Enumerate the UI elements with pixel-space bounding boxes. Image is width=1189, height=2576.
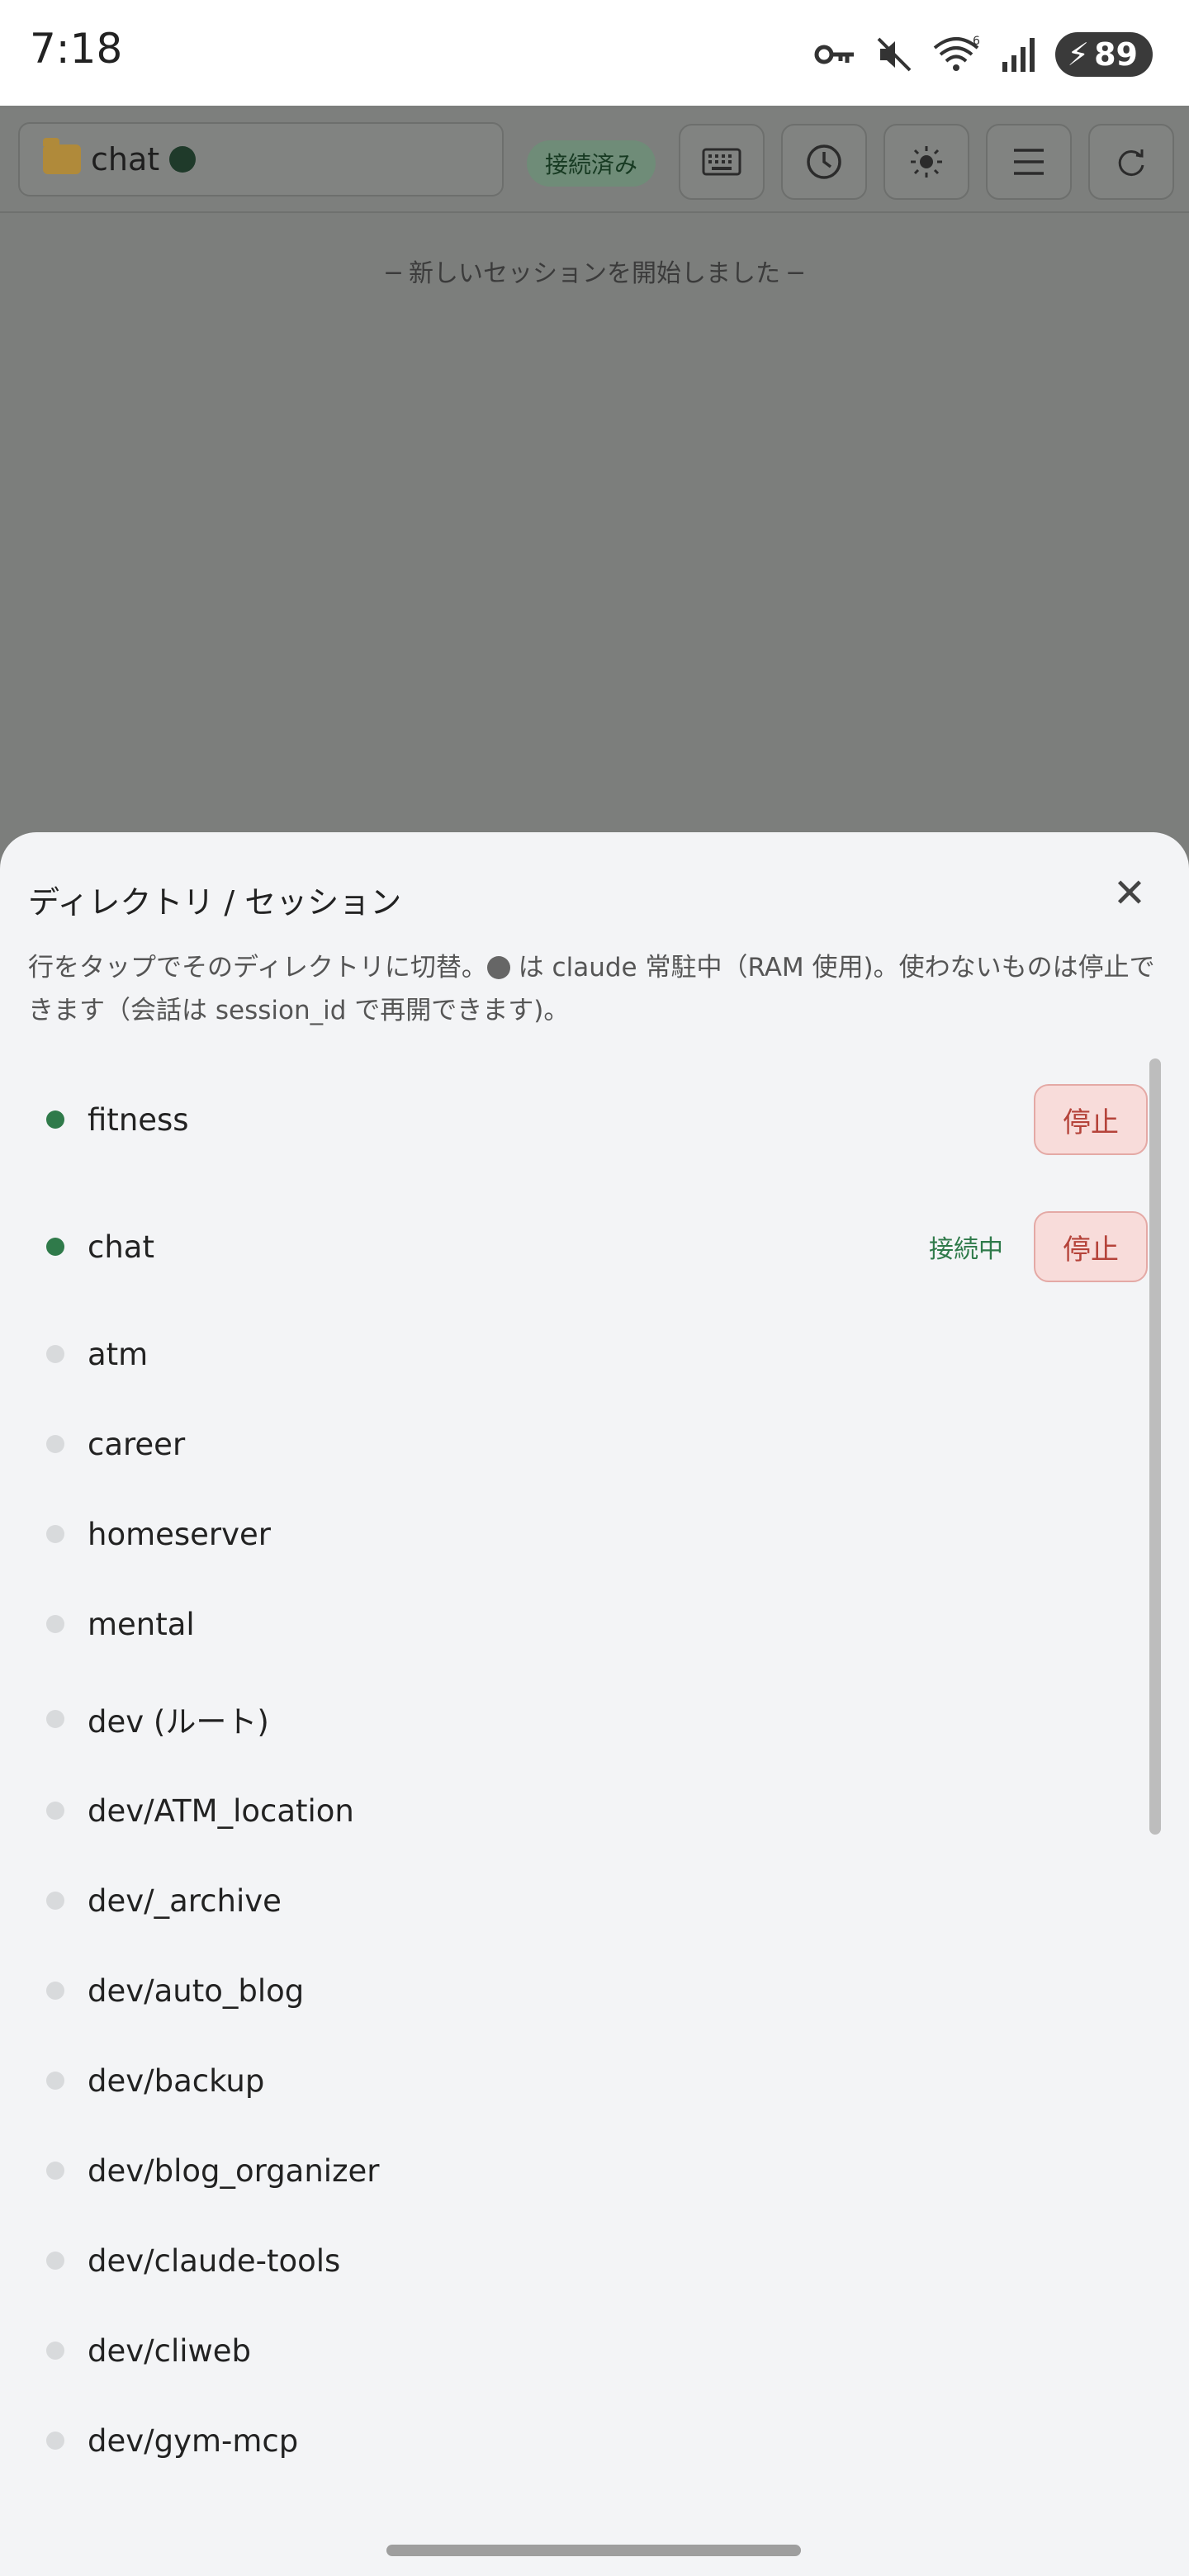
directory-row[interactable]: dev/gym-mcp [0,2399,1148,2482]
running-dot-icon [46,1238,64,1256]
directory-row[interactable]: homeserver [0,1493,1148,1575]
directory-name: fitness [88,1101,189,1138]
idle-dot-icon [46,2072,64,2090]
directory-name: dev/cliweb [88,2332,252,2369]
menu-button[interactable] [986,124,1072,200]
directory-name: dev/blog_organizer [88,2152,380,2189]
idle-dot-icon [46,2432,64,2450]
wifi-badge: 6 [973,35,980,48]
directory-name: career [88,1426,186,1462]
close-button[interactable]: ✕ [1105,869,1154,918]
directory-name: dev/ATM_location [88,1792,354,1829]
connected-status: 接続中 [929,1235,1003,1264]
directory-name: homeserver [88,1516,272,1552]
directory-row[interactable]: dev/claude-tools [0,2219,1148,2302]
sheet-title: ディレクトリ / セッション [28,884,402,921]
refresh-button[interactable] [1088,124,1174,200]
directory-row[interactable]: career [0,1403,1148,1485]
directory-row[interactable]: dev/blog_organizer [0,2129,1148,2212]
running-dot-icon [486,956,510,979]
history-button[interactable] [781,124,867,200]
status-time: 7:18 [30,25,123,73]
close-icon: ✕ [1112,870,1147,916]
idle-dot-icon [46,1892,64,1910]
directory-name: dev/backup [88,2062,265,2099]
idle-dot-icon [46,1802,64,1820]
directory-row[interactable]: dev (ルート) [0,1678,1148,1760]
refresh-icon [1118,149,1144,177]
session-started-message: ─ 新しいセッションを開始しました ─ [386,259,803,288]
vpn-key-icon [814,45,855,64]
directory-row[interactable]: dev/_archive [0,1859,1148,1942]
idle-dot-icon [46,1435,64,1453]
directory-row[interactable]: dev/backup [0,2039,1148,2122]
idle-dot-icon [46,2162,64,2180]
connection-status-badge: 接続済み [527,140,656,187]
idle-dot-icon [46,1710,64,1728]
battery-level: 89 [1094,36,1138,73]
battery-indicator: ⚡ 89 [1055,32,1153,77]
idle-dot-icon [46,2342,64,2360]
menu-icon [1014,149,1044,175]
directory-name: dev/gym-mcp [88,2422,299,2459]
directory-name: atm [88,1336,149,1372]
stop-button[interactable]: 停止 [1034,1084,1148,1155]
sheet-description: 行をタップでそのディレクトリに切替。 は claude 常駐中（RAM 使用)。… [28,946,1168,1032]
status-bar: 7:18 6 ⚡ 89 [0,0,1189,106]
directory-row[interactable]: dev/cliweb [0,2309,1148,2392]
history-icon [807,144,841,179]
directory-name: dev/claude-tools [88,2242,341,2279]
theme-button[interactable] [883,124,969,200]
directory-row[interactable]: mental [0,1583,1148,1665]
directory-row[interactable]: fitness 停止 [0,1078,1148,1161]
directory-row[interactable]: chat 接続中 停止 [0,1205,1148,1288]
description-text-1: 行をタップでそのディレクトリに切替。 [28,953,487,983]
idle-dot-icon [46,1615,64,1633]
battery-charging-icon: ⚡ [1067,36,1090,73]
signal-icon [1002,38,1035,72]
wifi-icon: 6 [934,35,980,71]
running-indicator [169,146,197,173]
keyboard-icon [702,148,741,176]
idle-dot-icon [46,2252,64,2270]
idle-dot-icon [46,1982,64,2000]
idle-dot-icon [46,1345,64,1363]
directory-name: chat [88,1229,154,1265]
mute-icon [878,37,912,72]
directory-name: dev/auto_blog [88,1972,305,2009]
directory-session-sheet: ディレクトリ / セッション ✕ 行をタップでそのディレクトリに切替。 は cl… [0,832,1189,2576]
directory-name: dev (ルート) [88,1704,269,1740]
directory-row[interactable]: atm [0,1313,1148,1395]
toolbar: chat 接続済み [0,109,1189,213]
directory-selector[interactable]: chat [18,122,504,197]
status-icons: 6 ⚡ 89 [814,31,1153,78]
directory-name: chat [91,141,160,178]
folder-icon [43,138,81,174]
keyboard-button[interactable] [679,124,765,200]
directory-name: dev/_archive [88,1882,282,1919]
sun-icon [911,146,942,178]
running-dot-icon [46,1110,64,1129]
home-indicator[interactable] [386,2545,801,2556]
scrollbar[interactable] [1149,1058,1161,1835]
directory-name: mental [88,1606,195,1642]
directory-row[interactable]: dev/ATM_location [0,1769,1148,1852]
directory-row[interactable]: dev/auto_blog [0,1949,1148,2032]
stop-button[interactable]: 停止 [1034,1211,1148,1282]
idle-dot-icon [46,1525,64,1543]
